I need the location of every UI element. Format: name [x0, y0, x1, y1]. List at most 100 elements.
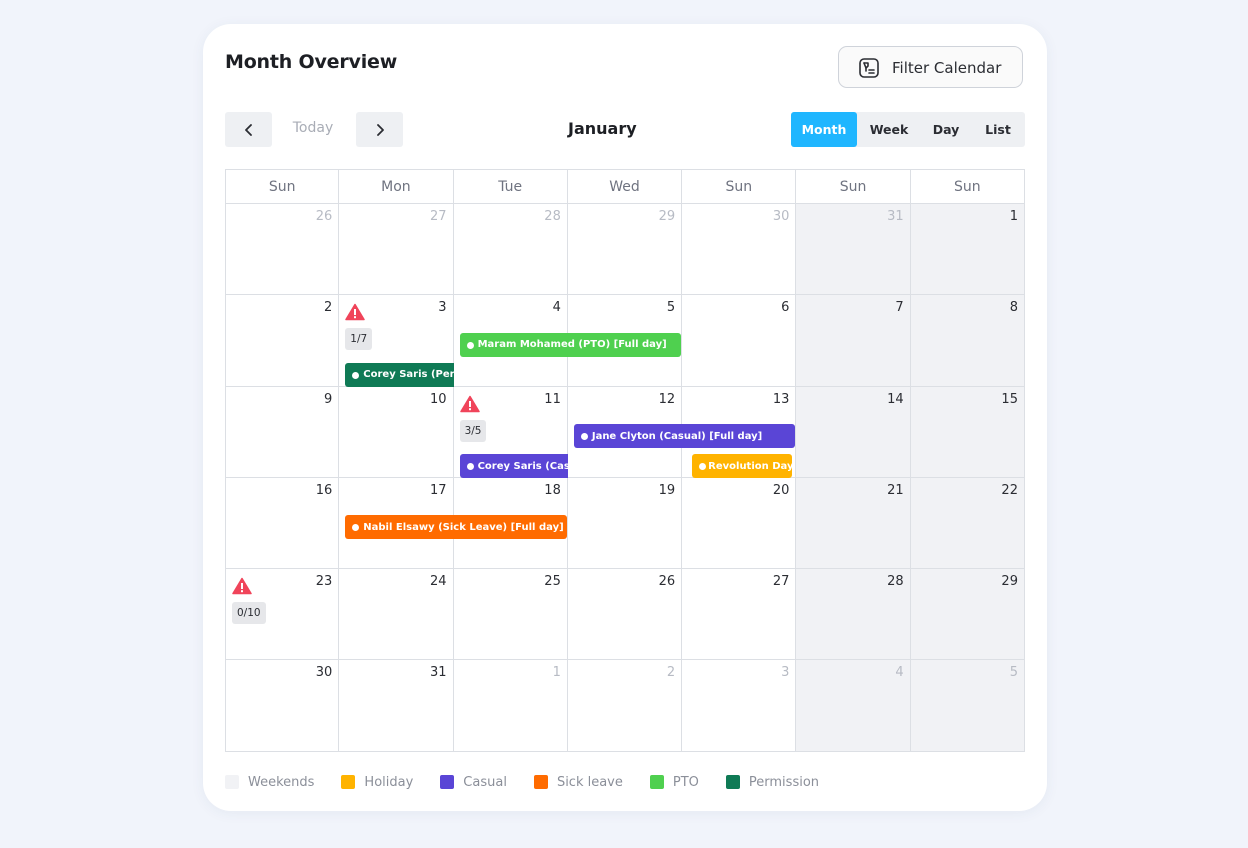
- day-number: 7: [895, 300, 904, 316]
- day-number: 15: [1001, 391, 1018, 407]
- calendar-day-cell[interactable]: 23 0/10: [225, 569, 340, 661]
- next-month-button[interactable]: [356, 112, 403, 147]
- calendar-day-cell[interactable]: 10: [339, 386, 454, 478]
- legend-swatch: [533, 775, 548, 789]
- day-number: 4: [552, 300, 561, 316]
- day-number: 29: [658, 209, 676, 224]
- legend-label: Casual: [463, 774, 507, 790]
- legend-item: PTO: [649, 774, 699, 790]
- calendar-day-cell[interactable]: 26: [225, 204, 340, 296]
- calendar-event-holiday[interactable]: Revolution Day: [692, 454, 793, 479]
- day-number: 24: [430, 574, 447, 590]
- filter-calendar-button[interactable]: Filter Calendar: [838, 46, 1023, 88]
- day-number: 9: [324, 391, 333, 407]
- legend-label: Sick leave: [556, 774, 623, 790]
- calendar-event-pto[interactable]: Maram Mohamed (PTO) [Full day]: [459, 332, 682, 357]
- calendar-day-cell[interactable]: 24: [339, 569, 454, 661]
- calendar-event-permission[interactable]: Corey Saris (Permission): [345, 362, 454, 387]
- day-number: 18: [544, 482, 561, 498]
- legend-swatch: [341, 775, 356, 789]
- month-overview-card: Month Overview Filter Calendar Today Jan…: [203, 24, 1047, 811]
- calendar-day-cell[interactable]: 16: [225, 477, 340, 570]
- staff-availability-count: 0/10: [232, 602, 266, 625]
- calendar-day-cell[interactable]: 8: [910, 295, 1025, 387]
- day-number: 4: [895, 665, 904, 681]
- day-number: 20: [772, 482, 790, 498]
- legend-swatch: [225, 775, 239, 789]
- calendar-day-cell[interactable]: 29: [910, 569, 1025, 661]
- previous-month-button[interactable]: [225, 112, 272, 147]
- warning-icon[interactable]: [345, 303, 366, 321]
- legend-swatch: [440, 775, 455, 789]
- day-number: 27: [430, 209, 447, 224]
- calendar-day-cell[interactable]: 19: [567, 477, 683, 570]
- calendar-day-cell[interactable]: 21: [796, 477, 911, 570]
- calendar-day-cell[interactable]: 28: [453, 204, 568, 296]
- day-number: 22: [1001, 482, 1018, 498]
- view-day-button[interactable]: Day: [921, 112, 971, 147]
- view-list-button[interactable]: List: [971, 112, 1025, 147]
- calendar-day-cell[interactable]: 2: [225, 295, 340, 387]
- calendar-day-cell[interactable]: 25: [453, 569, 568, 661]
- calendar-day-cell[interactable]: 5: [910, 660, 1025, 752]
- today-button[interactable]: Today: [283, 120, 343, 136]
- calendar-day-cell[interactable]: 30: [682, 204, 797, 296]
- day-number: 1: [1009, 209, 1018, 224]
- calendar-day-cell[interactable]: 31: [796, 204, 911, 296]
- calendar-day-cell[interactable]: 1: [453, 660, 568, 752]
- warning-icon[interactable]: [459, 395, 480, 413]
- legend-item: Casual: [440, 775, 507, 790]
- weekday-header: Sun: [796, 169, 911, 204]
- calendar-day-cell[interactable]: 20: [682, 477, 797, 570]
- calendar-day-cell[interactable]: 2: [567, 660, 683, 752]
- day-number: 14: [887, 391, 904, 407]
- calendar-day-cell[interactable]: 14: [796, 386, 911, 478]
- day-number: 13: [772, 391, 790, 407]
- weekday-header: Sun: [910, 169, 1025, 204]
- day-number: 5: [666, 300, 676, 316]
- calendar-day-cell[interactable]: 31: [339, 660, 454, 752]
- calendar-weeks: 26 27 28 29 30 31 1 2 3 1/7 4 5 6 7 8 9 10 11 3/5 12 13 14 15 1…: [225, 204, 1025, 752]
- weekday-header-row: Sun Mon Tue Wed Sun Sun Sun: [225, 169, 1025, 204]
- calendar-day-cell[interactable]: 1: [910, 204, 1025, 296]
- calendar-day-cell[interactable]: 9: [225, 386, 340, 478]
- calendar-day-cell[interactable]: 26: [567, 569, 683, 661]
- chevron-right-icon: [376, 123, 384, 136]
- calendar-legend: Weekends Holiday Casual Sick leave PTO Permis…: [225, 773, 846, 791]
- day-number: 31: [430, 665, 447, 681]
- legend-item: Sick leave: [533, 774, 623, 790]
- calendar-day-cell[interactable]: 27: [339, 204, 454, 296]
- legend-label: PTO: [672, 774, 699, 790]
- day-number: 17: [430, 482, 447, 498]
- day-number: 5: [1009, 665, 1018, 681]
- day-number: 30: [315, 665, 333, 681]
- view-month-button[interactable]: Month: [791, 112, 857, 147]
- day-number: 26: [658, 574, 676, 590]
- calendar-day-cell[interactable]: 22: [910, 477, 1025, 570]
- calendar-day-cell[interactable]: 27: [682, 569, 797, 661]
- view-switcher: Month Week Day List: [791, 112, 1025, 147]
- calendar-day-cell[interactable]: 7: [796, 295, 911, 387]
- calendar-event-sick[interactable]: Nabil Elsawy (Sick Leave) [Full day]: [345, 515, 567, 540]
- legend-swatch: [725, 775, 740, 789]
- view-week-button[interactable]: Week: [857, 112, 921, 147]
- calendar-event-casual[interactable]: Corey Saris (Casual): [459, 454, 568, 479]
- month-calendar-grid: Sun Mon Tue Wed Sun Sun Sun 26 27 28 29 30 31 1 2 3 1/7…: [225, 169, 1025, 752]
- calendar-day-cell[interactable]: 28: [796, 569, 911, 661]
- legend-label: Permission: [748, 774, 820, 790]
- calendar-day-cell[interactable]: 4: [796, 660, 911, 752]
- legend-item: Permission: [725, 774, 820, 790]
- day-number: 2: [324, 300, 333, 316]
- day-number: 26: [315, 209, 333, 224]
- day-number: 16: [315, 482, 333, 498]
- calendar-day-cell[interactable]: 15: [910, 386, 1025, 478]
- calendar-day-cell[interactable]: 29: [567, 204, 683, 296]
- day-number: 11: [544, 391, 561, 407]
- staff-availability-count: 1/7: [345, 328, 373, 351]
- calendar-day-cell[interactable]: 3: [682, 660, 797, 752]
- calendar-day-cell[interactable]: 30: [225, 660, 340, 752]
- warning-icon[interactable]: [232, 577, 252, 595]
- calendar-day-cell[interactable]: 6: [682, 295, 797, 387]
- day-number: 23: [315, 574, 333, 590]
- calendar-event-casual[interactable]: Jane Clyton (Casual) [Full day]: [573, 424, 796, 449]
